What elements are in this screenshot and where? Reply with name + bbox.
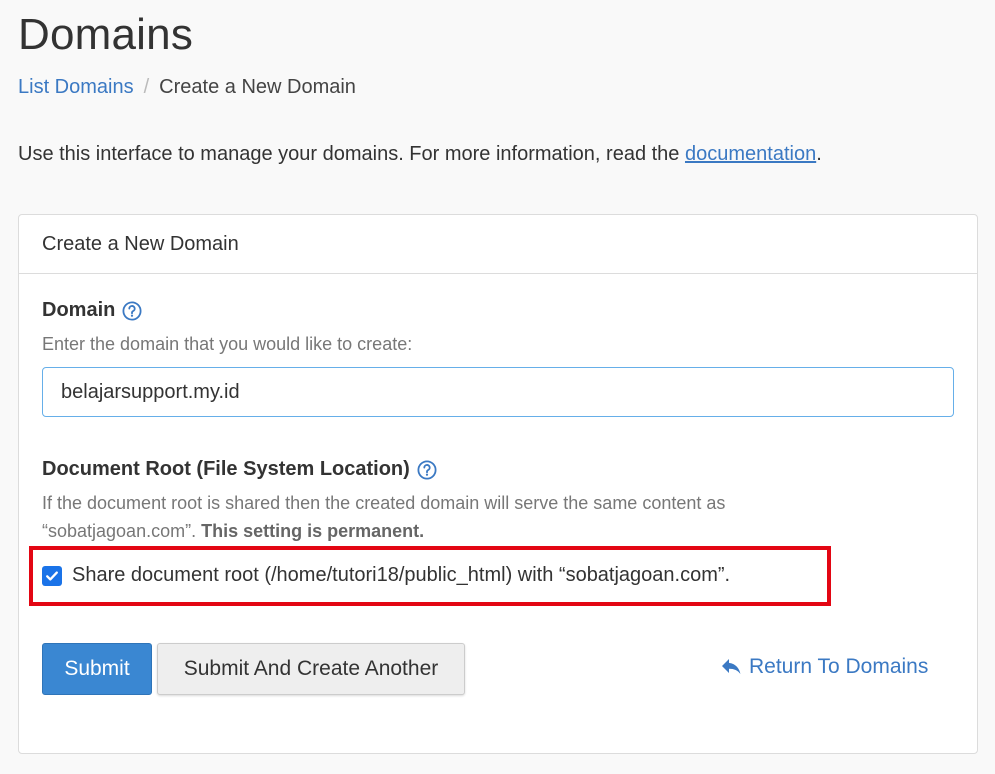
submit-and-create-another-button[interactable]: Submit And Create Another — [157, 643, 465, 695]
docroot-help-line2: “sobatjagoan.com”. — [42, 521, 197, 541]
docroot-permanent-note: This setting is permanent. — [201, 521, 425, 541]
breadcrumb-list-domains-link[interactable]: List Domains — [18, 76, 134, 99]
return-to-domains-link[interactable]: Return To Domains — [721, 655, 928, 679]
panel-header: Create a New Domain — [19, 215, 977, 274]
documentation-link[interactable]: documentation — [685, 143, 816, 165]
breadcrumb: List Domains / Create a New Domain — [18, 76, 356, 99]
reply-arrow-icon — [722, 659, 741, 674]
docroot-label: Document Root (File System Location) — [42, 458, 437, 481]
intro-text-body: Use this interface to manage your domain… — [18, 143, 685, 165]
return-to-domains-label: Return To Domains — [749, 655, 929, 678]
submit-button[interactable]: Submit — [42, 643, 152, 695]
docroot-help-icon[interactable] — [417, 459, 437, 480]
domain-help-text: Enter the domain that you would like to … — [42, 334, 413, 354]
docroot-label-text: Document Root (File System Location) — [42, 458, 410, 480]
domain-help-icon[interactable] — [122, 300, 142, 321]
checkmark-icon — [46, 570, 58, 581]
share-docroot-checkbox[interactable] — [42, 565, 62, 586]
domain-label-text: Domain — [42, 299, 116, 321]
create-domain-panel: Create a New Domain Domain Enter the dom… — [18, 214, 978, 754]
breadcrumb-current: Create a New Domain — [159, 76, 356, 98]
intro-text: Use this interface to manage your domain… — [18, 143, 822, 166]
share-docroot-option[interactable]: Share document root (/home/tutori18/publ… — [42, 564, 730, 587]
docroot-help-text: If the document root is shared then the … — [42, 489, 725, 545]
domain-label: Domain — [42, 299, 142, 322]
breadcrumb-separator: / — [143, 76, 150, 98]
share-docroot-label: Share document root (/home/tutori18/publ… — [72, 564, 731, 586]
page-title: Domains — [18, 10, 194, 59]
intro-suffix: . — [816, 143, 822, 165]
docroot-help-line1: If the document root is shared then the … — [42, 493, 726, 513]
domain-input[interactable] — [42, 367, 954, 417]
